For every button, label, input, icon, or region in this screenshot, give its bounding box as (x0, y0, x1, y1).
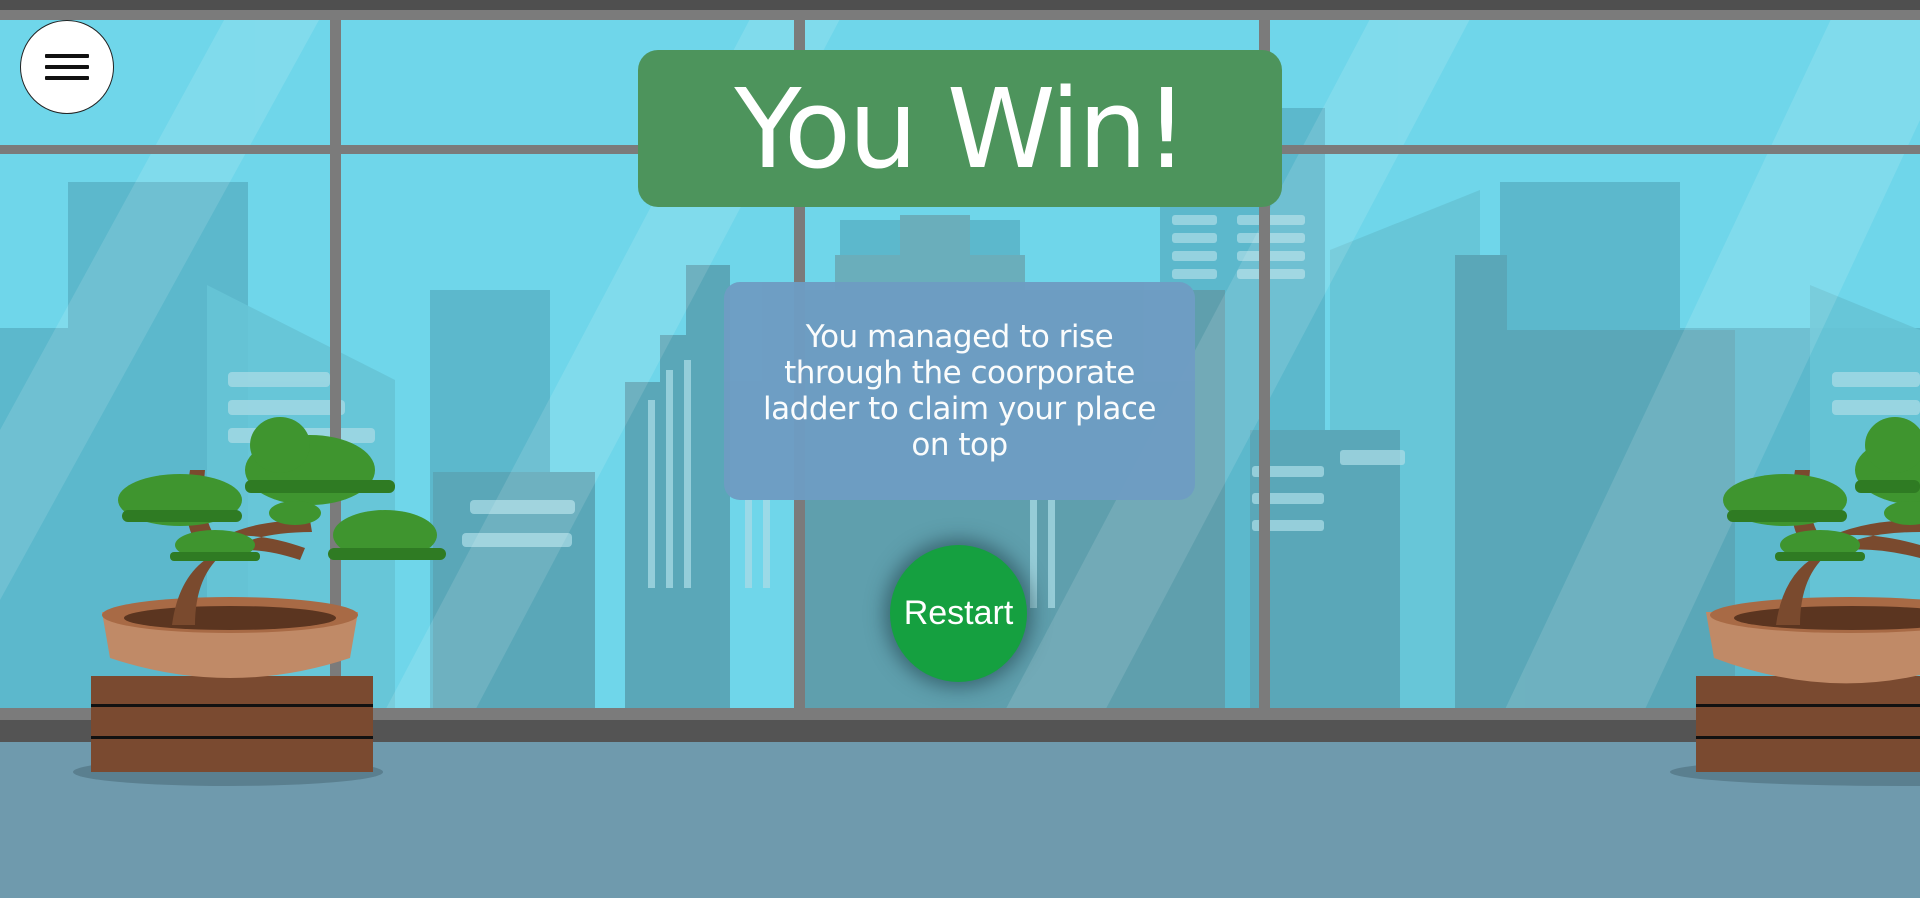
win-title: You Win! (734, 64, 1188, 193)
win-message: You managed to rise through the coorpora… (763, 319, 1156, 463)
hamburger-menu-icon (45, 54, 89, 58)
menu-button[interactable] (20, 20, 114, 114)
restart-label: Restart (903, 594, 1014, 632)
win-message-box: You managed to rise through the coorpora… (724, 282, 1195, 500)
restart-button[interactable]: Restart (890, 545, 1027, 682)
win-title-banner: You Win! (638, 50, 1282, 207)
